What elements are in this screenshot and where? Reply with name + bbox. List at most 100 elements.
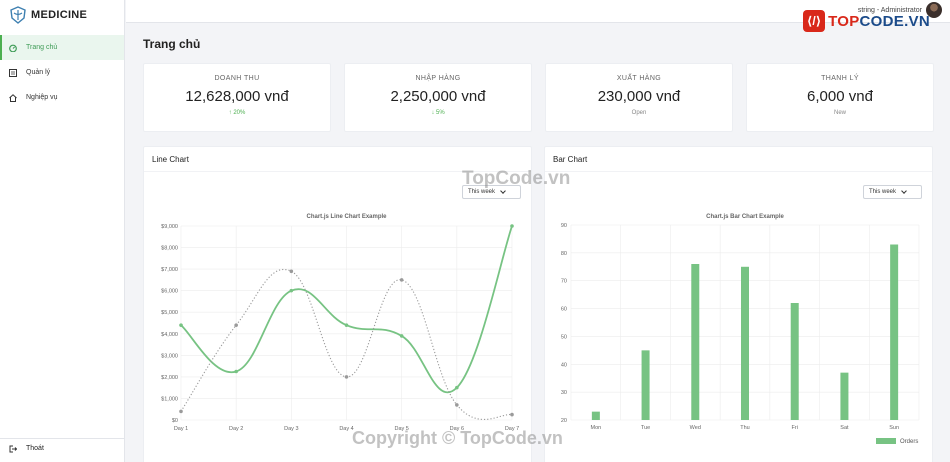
data-point [399, 334, 404, 338]
y-tick-label: 60 [561, 307, 567, 313]
chart-title: Chart.js Bar Chart Example [706, 214, 784, 220]
data-point [179, 323, 183, 327]
bar [790, 303, 799, 420]
stat-value: 2,250,000 vnđ [390, 88, 486, 105]
x-tick-label: Day 2 [229, 426, 243, 432]
y-tick-label: 70 [561, 279, 567, 285]
stat-note: ↑ 20% [228, 110, 246, 116]
watermark-logo-text-a: TOP [828, 12, 860, 30]
x-tick-label: Day 5 [394, 426, 408, 432]
x-tick-label: Day 3 [284, 426, 298, 432]
x-tick-label: Wed [690, 425, 701, 431]
y-tick-label: $2,000 [161, 375, 178, 381]
x-tick-label: Tue [641, 425, 650, 431]
data-point [344, 375, 349, 379]
legend-swatch [876, 438, 896, 444]
sidebar-item-label: Quản lý [26, 69, 51, 76]
sidebar-item-management[interactable]: Quản lý [0, 60, 124, 85]
bar-chart: Chart.js Bar Chart Example 20 30 40 50 60 70 80… [561, 214, 920, 445]
x-tick-label: Sun [889, 425, 899, 431]
sidebar-item-label: Trang chủ [26, 44, 58, 51]
sidebar-nav: Trang chủ Quản lý Nghiệp vụ [0, 35, 124, 110]
stat-note: ↓ 5% [431, 110, 445, 116]
logout-label: Thoát [26, 445, 44, 452]
y-tick-label: $1,000 [161, 396, 178, 402]
watermark-logo-text-b: CODE.VN [859, 12, 930, 30]
data-point [289, 269, 294, 274]
dashboard-icon [9, 44, 17, 52]
panel-title: Line Chart [144, 147, 531, 172]
page-title: Trang chủ [143, 37, 201, 51]
sidebar-item-dashboard[interactable]: Trang chủ [0, 35, 124, 60]
y-tick-label: 20 [561, 418, 567, 424]
panel-title: Bar Chart [545, 147, 932, 172]
stat-card-liquidation: THANH LÝ 6,000 vnđ New [746, 63, 934, 132]
y-tick-label: 40 [561, 362, 567, 368]
logout-icon [9, 445, 17, 452]
y-tick-label: 80 [561, 251, 567, 257]
brand[interactable]: MEDICINE [0, 0, 124, 30]
data-point [234, 323, 238, 327]
bar [741, 266, 749, 420]
line-chart-panel: Line Chart This week Chart.js Line Chart… [143, 146, 532, 462]
data-point [455, 385, 459, 390]
x-tick-label: Thu [740, 425, 749, 431]
stat-value: 12,628,000 vnđ [185, 88, 289, 105]
y-tick-label: 50 [561, 334, 567, 340]
data-point [234, 369, 238, 374]
bar [641, 350, 650, 420]
stat-label: DOANH THU [214, 75, 260, 82]
y-tick-label: $4,000 [161, 332, 178, 338]
x-tick-label: Day 1 [174, 426, 188, 432]
x-tick-label: Mon [591, 425, 602, 431]
y-tick-label: $6,000 [161, 289, 178, 295]
y-tick-label: 30 [561, 390, 567, 396]
stat-note: New [833, 110, 846, 116]
stat-label: THANH LÝ [821, 75, 859, 82]
stat-value: 230,000 vnđ [597, 88, 681, 105]
line-chart: Chart.js Line Chart Example $0 $1,000 $2,00… [161, 214, 519, 432]
x-tick-label: Fri [792, 425, 798, 431]
y-tick-label: $3,000 [161, 353, 178, 359]
y-tick-label: $8,000 [161, 246, 178, 252]
x-tick-label: Day 4 [339, 426, 353, 432]
data-point [510, 224, 514, 228]
stat-value: 6,000 vnđ [807, 88, 873, 105]
sidebar-item-label: Nghiệp vụ [26, 94, 58, 101]
y-tick-label: $9,000 [161, 224, 178, 230]
data-point [455, 403, 459, 407]
medicine-logo-icon [10, 6, 26, 24]
data-point [399, 278, 404, 282]
bar [691, 264, 700, 420]
x-tick-label: Day 7 [505, 426, 519, 432]
data-point [344, 323, 349, 327]
stat-note: Open [631, 110, 647, 116]
home-icon [9, 93, 17, 102]
bar [840, 372, 849, 420]
stat-label: XUẤT HÀNG [616, 75, 662, 82]
bar-chart-panel: Bar Chart This week Chart.js Bar Chart E… [544, 146, 933, 462]
stat-label: NHẬP HÀNG [415, 75, 461, 82]
stat-card-revenue: DOANH THU 12,628,000 vnđ ↑ 20% [143, 63, 331, 132]
topcode-watermark-logo: ⟨/⟩ TOPCODE.VN [803, 10, 930, 32]
list-icon [9, 68, 17, 77]
bar [591, 411, 600, 420]
bar [890, 244, 899, 420]
y-tick-label: $5,000 [161, 310, 178, 316]
sidebar: MEDICINE Trang chủ Quản lý Nghiệp vụ Tho… [0, 0, 125, 462]
x-tick-label: Sat [840, 425, 849, 431]
brand-name: MEDICINE [31, 9, 88, 21]
y-tick-label: $0 [172, 418, 178, 424]
stat-card-imports: NHẬP HÀNG 2,250,000 vnđ ↓ 5% [344, 63, 532, 132]
chart-title: Chart.js Line Chart Example [306, 214, 387, 220]
data-point [179, 409, 183, 414]
topcode-logo-icon: ⟨/⟩ [803, 10, 826, 32]
legend-label: Orders [900, 439, 918, 445]
logout-button[interactable]: Thoát [0, 438, 125, 458]
stat-card-exports: XUẤT HÀNG 230,000 vnđ Open [545, 63, 733, 132]
data-point [289, 288, 294, 293]
data-point [510, 412, 514, 417]
y-tick-label: $7,000 [161, 267, 178, 273]
sidebar-item-operations[interactable]: Nghiệp vụ [0, 85, 124, 110]
y-tick-label: 90 [561, 223, 567, 229]
